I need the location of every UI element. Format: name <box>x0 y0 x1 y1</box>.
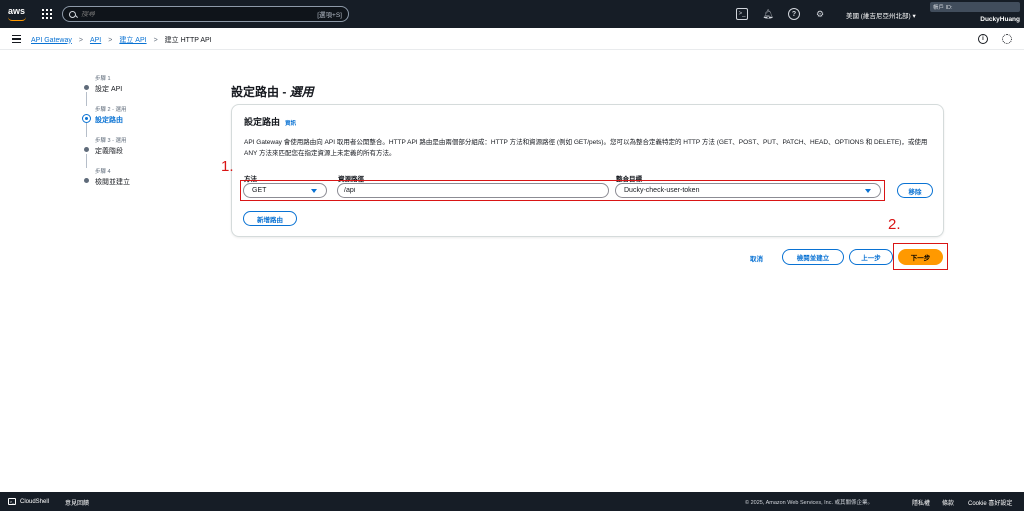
wizard-step-1[interactable]: 步驟 1 設定 API <box>82 74 212 106</box>
step-title: 設定路由 <box>95 117 123 124</box>
breadcrumb-current: 建立 HTTP API <box>164 37 212 44</box>
step-title: 檢閱並建立 <box>95 179 130 186</box>
integration-target-select[interactable]: Ducky-check-user-token <box>615 183 881 198</box>
menu-hamburger-icon[interactable] <box>12 35 21 43</box>
privacy-link[interactable]: 隱私權 <box>912 498 930 507</box>
step-label: 步驟 4 <box>95 169 111 175</box>
top-navigation: aws [選項+S] >_ 🔔︎ ? ⚙ 美國 (維吉尼亞州北部) ▾ 帳戶 I… <box>0 0 1024 28</box>
copyright-text: © 2025, Amazon Web Services, Inc. 或其關係企業… <box>745 500 874 506</box>
resource-path-input[interactable] <box>337 183 609 198</box>
cookie-preferences-link[interactable]: Cookie 喜好設定 <box>968 498 1012 507</box>
card-description: API Gateway 會使用路由向 API 取用者公開整合。HTTP API … <box>244 139 928 157</box>
breadcrumb-api-gateway[interactable]: API Gateway <box>31 37 72 44</box>
settings-gear-icon[interactable]: ⚙ <box>814 8 826 20</box>
chevron-right-icon: > <box>78 36 83 44</box>
cloudshell-link[interactable]: >_ CloudShell <box>8 498 49 505</box>
step-label: 步驟 3 - 選用 <box>95 138 127 144</box>
aws-logo[interactable]: aws <box>8 6 30 22</box>
method-select-value: GET <box>252 187 267 194</box>
wizard-step-4[interactable]: 步驟 4 檢閱並建立 <box>82 167 212 198</box>
info-icon[interactable]: i <box>978 34 988 44</box>
breadcrumb-api[interactable]: API <box>90 37 101 44</box>
account-menu[interactable]: 帳戶 ID: DuckyHuang <box>930 2 1020 26</box>
card-title-text: 設定路由 <box>244 117 281 127</box>
page-title: 設定路由 - 選用 <box>231 83 314 100</box>
breadcrumb-bar: API Gateway > API > 建立 API > 建立 HTTP API… <box>0 28 1024 50</box>
card-title: 設定路由 資訊 <box>244 115 296 128</box>
cloudshell-icon: >_ <box>8 498 16 505</box>
step-connector <box>86 154 87 168</box>
breadcrumb: API Gateway > API > 建立 API > 建立 HTTP API <box>31 35 212 45</box>
chevron-right-icon: > <box>108 36 113 44</box>
wizard-step-3[interactable]: 步驟 3 - 選用 定義階段 <box>82 136 212 168</box>
aws-smile-mark <box>8 17 26 21</box>
remove-route-button[interactable]: 移除 <box>897 183 933 198</box>
step-current-dot-icon <box>82 114 91 123</box>
configure-routes-card: 設定路由 資訊 API Gateway 會使用路由向 API 取用者公開整合。H… <box>231 104 944 237</box>
search-bar[interactable]: [選項+S] <box>62 6 349 22</box>
review-and-create-button[interactable]: 檢閱並建立 <box>782 249 844 265</box>
integration-target-value: Ducky-check-user-token <box>624 187 700 194</box>
search-icon <box>69 10 76 18</box>
step-dot-icon <box>84 85 89 90</box>
caret-down-icon <box>311 189 317 193</box>
terms-link[interactable]: 條款 <box>942 498 954 507</box>
step-label: 步驟 1 <box>95 76 111 82</box>
step-dot-icon <box>84 178 89 183</box>
wizard-step-2[interactable]: 步驟 2 - 選用 設定路由 <box>82 105 212 137</box>
notifications-bell-icon[interactable]: 🔔︎ <box>762 8 774 20</box>
breadcrumb-create-api[interactable]: 建立 API <box>119 35 146 45</box>
add-route-button[interactable]: 新增路由 <box>243 211 297 226</box>
annotation-number-1: 1. <box>221 158 234 175</box>
previous-button[interactable]: 上一步 <box>849 249 893 265</box>
account-id-label: 帳戶 ID: <box>930 2 1020 12</box>
step-connector <box>86 92 87 106</box>
cloudshell-icon[interactable]: >_ <box>736 8 748 20</box>
help-icon[interactable]: ? <box>788 8 800 20</box>
aws-logo-text: aws <box>8 6 26 16</box>
page-title-main: 設定路由 - <box>231 85 290 99</box>
page-title-optional: 選用 <box>289 85 314 99</box>
step-connector <box>86 123 87 137</box>
method-select[interactable]: GET <box>243 183 327 198</box>
step-label: 步驟 2 - 選用 <box>95 107 127 113</box>
step-dot-icon <box>84 147 89 152</box>
preferences-gear-icon[interactable] <box>1002 34 1012 44</box>
footer: >_ CloudShell 意見回饋 © 2025, Amazon Web Se… <box>0 492 1024 511</box>
region-selector[interactable]: 美國 (維吉尼亞州北部) ▾ <box>846 10 916 20</box>
wizard-steps: 步驟 1 設定 API 步驟 2 - 選用 設定路由 步驟 3 - 選用 定義階… <box>82 74 212 198</box>
feedback-link[interactable]: 意見回饋 <box>65 498 89 507</box>
caret-down-icon <box>865 189 871 193</box>
info-link[interactable]: 資訊 <box>285 119 296 127</box>
step-title: 設定 API <box>95 86 123 93</box>
cancel-button[interactable]: 取消 <box>750 253 763 263</box>
chevron-right-icon: > <box>153 36 158 44</box>
next-button[interactable]: 下一步 <box>898 249 943 265</box>
search-input[interactable] <box>81 10 318 18</box>
annotation-number-2: 2. <box>888 216 901 233</box>
step-title: 定義階段 <box>95 148 123 155</box>
account-name: DuckyHuang <box>980 16 1020 23</box>
cloudshell-label: CloudShell <box>20 498 50 505</box>
search-shortcut-hint: [選項+S] <box>317 12 342 19</box>
services-grid-icon[interactable] <box>42 9 52 19</box>
